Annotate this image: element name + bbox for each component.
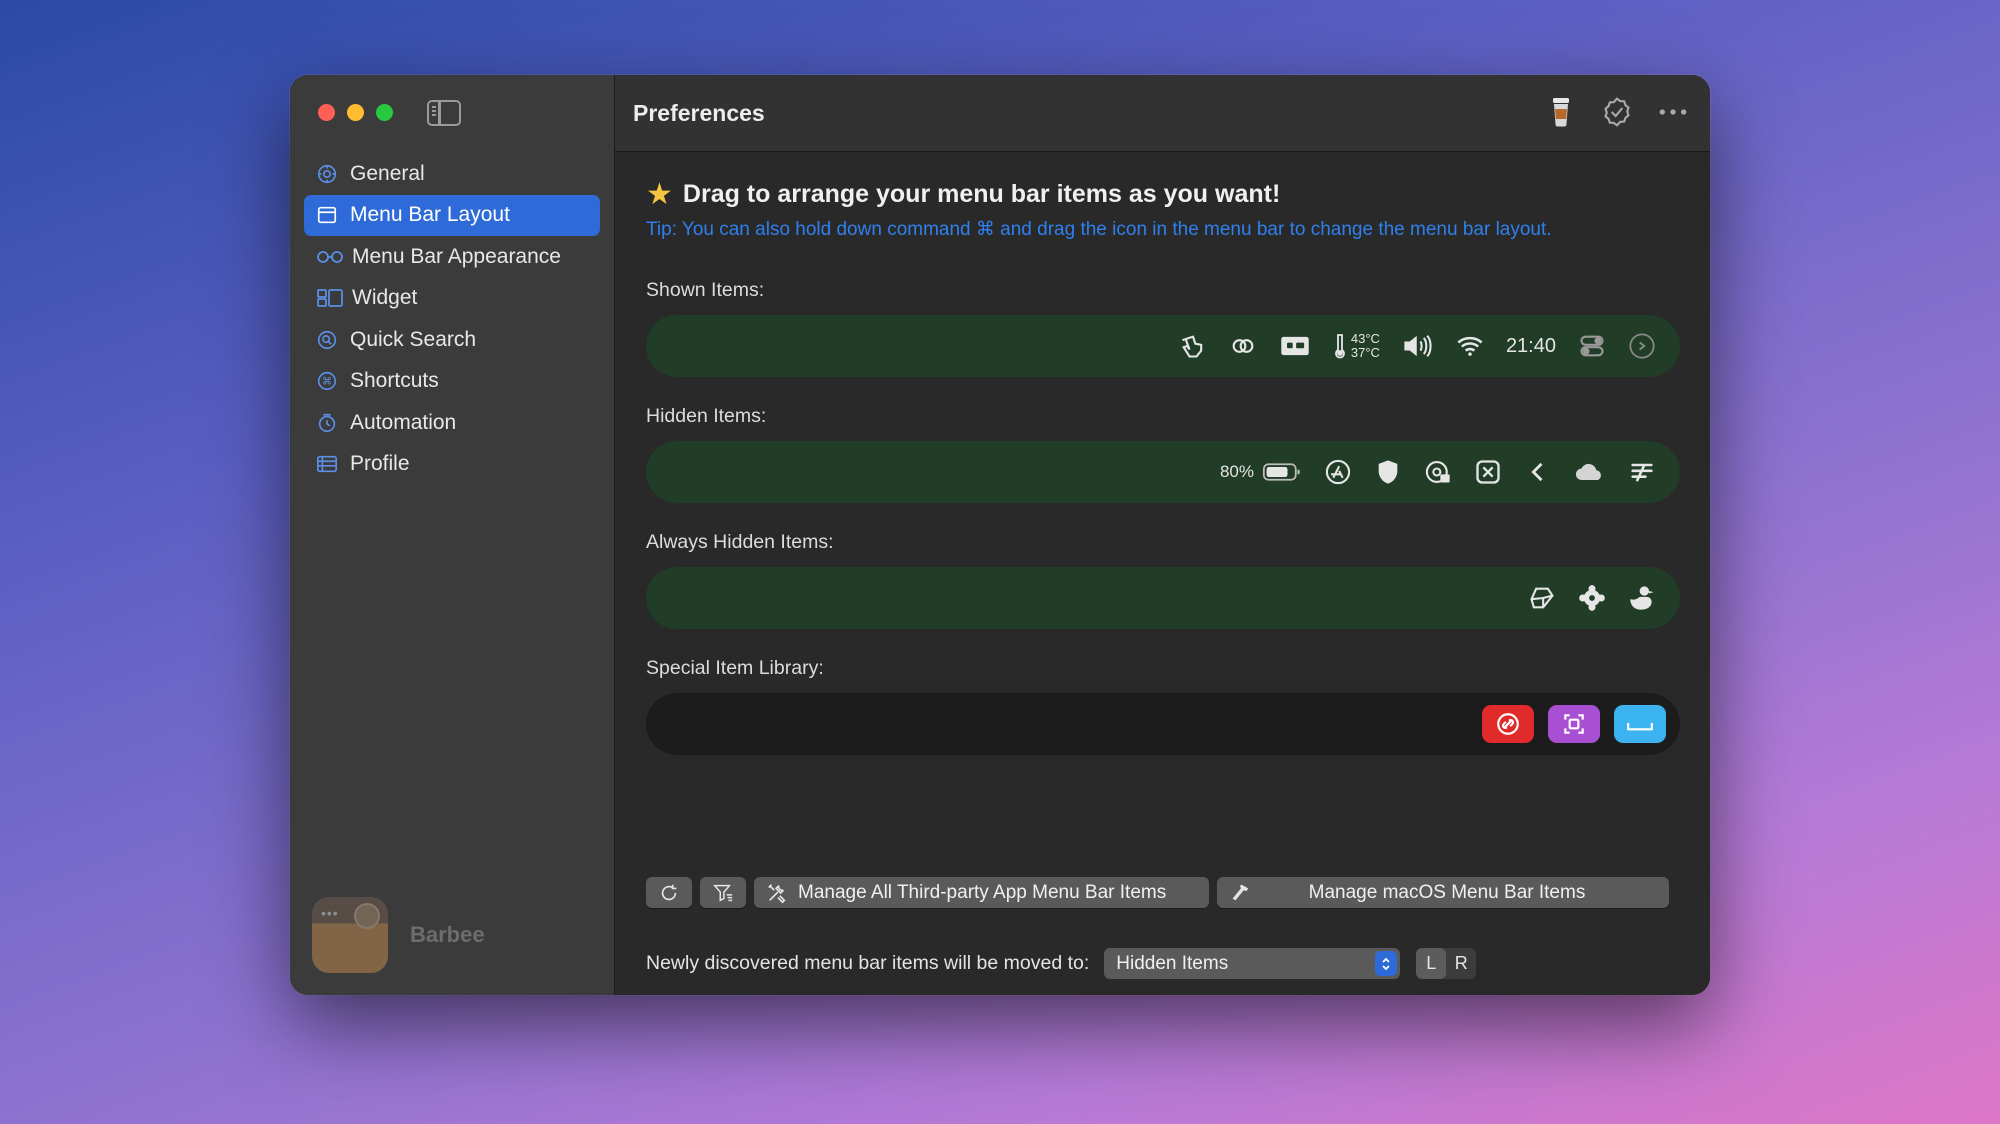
spacer-link-icon[interactable]: [1482, 705, 1534, 743]
duck-icon[interactable]: [1628, 584, 1656, 612]
position-left-segment[interactable]: L: [1416, 948, 1447, 979]
sidebar-nav: General Menu Bar Layout Menu Bar Appeara…: [304, 153, 600, 485]
zoom-window-button[interactable]: [376, 104, 393, 121]
chevron-left-icon[interactable]: [1524, 458, 1552, 486]
refresh-icon: [661, 884, 677, 900]
clock-icon: [316, 412, 338, 434]
always-hidden-items-bar[interactable]: [646, 567, 1680, 629]
sidebar-item-label: Menu Bar Appearance: [352, 244, 561, 268]
preferences-window: General Menu Bar Layout Menu Bar Appeara…: [290, 75, 1710, 995]
close-box-icon[interactable]: [1474, 458, 1502, 486]
coffee-cup-icon[interactable]: [1544, 93, 1578, 131]
toolbar: Preferences: [615, 75, 1710, 152]
app-store-icon[interactable]: [1324, 458, 1352, 486]
manage-macos-button[interactable]: Manage macOS Menu Bar Items: [1217, 877, 1669, 908]
tip-text: Tip: You can also hold down command ⌘ an…: [646, 219, 1552, 240]
temp-low: 37°C: [1350, 345, 1380, 360]
toolbar-actions: [1544, 93, 1690, 131]
special-item-library-bar[interactable]: [646, 693, 1680, 755]
temp-high: 43°C: [1350, 331, 1380, 346]
shown-items-label: Shown Items:: [646, 279, 765, 301]
screenshot-frame-icon[interactable]: [1548, 705, 1600, 743]
move-to-row: Newly discovered menu bar items will be …: [646, 948, 1477, 979]
svg-text:⌘: ⌘: [322, 377, 332, 388]
lock-at-icon[interactable]: [1424, 458, 1452, 486]
cloud-icon[interactable]: [1574, 458, 1606, 486]
profile-icon: [316, 453, 338, 475]
sidebar: General Menu Bar Layout Menu Bar Appeara…: [290, 75, 615, 995]
sidebar-item-profile[interactable]: Profile: [304, 444, 600, 485]
command-icon: ⌘: [316, 370, 338, 392]
hammer-icon: [1229, 882, 1251, 904]
filter-icon: [713, 884, 733, 902]
more-icon[interactable]: [1656, 93, 1690, 131]
menu-bar-clock[interactable]: 21:40: [1506, 335, 1556, 358]
move-to-select[interactable]: Hidden Items: [1104, 948, 1401, 979]
filter-button[interactable]: [700, 877, 746, 908]
wifi-icon[interactable]: [1456, 332, 1484, 360]
app-name: Barbee: [410, 922, 485, 947]
sidebar-item-label: General: [350, 161, 425, 185]
sidebar-item-widget[interactable]: Widget: [304, 278, 600, 319]
cog-flower-icon[interactable]: [1578, 584, 1606, 612]
manage-third-party-button[interactable]: Manage All Third-party App Menu Bar Item…: [754, 877, 1209, 908]
siri-circle-icon[interactable]: [1628, 332, 1656, 360]
shield-icon[interactable]: [1374, 458, 1402, 486]
sidebar-item-label: Shortcuts: [350, 369, 439, 392]
app-logo-icon: •••: [312, 897, 388, 973]
sidebar-item-menu-bar-layout[interactable]: Menu Bar Layout: [304, 194, 600, 236]
refresh-button[interactable]: [646, 877, 692, 908]
link-rings-icon[interactable]: [1229, 332, 1257, 360]
sidebar-item-label: Automation: [350, 410, 457, 434]
window-icon: [316, 204, 338, 226]
traffic-lights: [318, 104, 393, 121]
sidebar-item-label: Profile: [350, 452, 410, 475]
window-title: Preferences: [633, 99, 765, 126]
sidebar-item-general[interactable]: General: [304, 153, 600, 194]
position-segmented-control: L R: [1416, 948, 1477, 979]
minimize-window-button[interactable]: [347, 104, 364, 121]
sidebar-item-shortcuts[interactable]: ⌘ Shortcuts: [304, 361, 600, 402]
move-to-label: Newly discovered menu bar items will be …: [646, 952, 1090, 974]
widget-icon: [316, 287, 344, 309]
search-icon: [316, 329, 338, 351]
action-button-row: Manage All Third-party App Menu Bar Item…: [646, 877, 1669, 908]
shown-items-bar[interactable]: 43°C 37°C 21:40: [646, 315, 1680, 377]
always-hidden-items-label: Always Hidden Items:: [646, 531, 834, 553]
lines-icon[interactable]: [1628, 458, 1656, 486]
sidebar-item-label: Quick Search: [350, 327, 477, 351]
control-center-icon[interactable]: [1578, 332, 1606, 360]
card-reader-icon[interactable]: [1279, 332, 1311, 360]
star-icon: ★: [646, 178, 673, 211]
special-item-library-label: Special Item Library:: [646, 657, 824, 679]
eraser-icon[interactable]: [1528, 584, 1556, 612]
verified-badge-icon[interactable]: [1600, 93, 1634, 131]
thermometer-icon[interactable]: 43°C 37°C: [1333, 332, 1380, 360]
space-bar-icon[interactable]: [1614, 705, 1666, 743]
tools-icon: [766, 882, 788, 904]
sidebar-item-quick-search[interactable]: Quick Search: [304, 319, 600, 360]
sidebar-item-menu-bar-appearance[interactable]: Menu Bar Appearance: [304, 236, 600, 277]
select-stepper-icon: [1375, 951, 1398, 976]
app-badge: ••• Barbee: [312, 897, 485, 973]
hidden-items-bar[interactable]: 80%: [646, 441, 1680, 503]
position-right-segment[interactable]: R: [1446, 948, 1476, 979]
main-pane: Preferences ★ Drag to arrange your menu …: [615, 75, 1710, 995]
headline-text: Drag to arrange your menu bar items as y…: [682, 180, 1281, 208]
gear-icon: [316, 163, 338, 185]
sidebar-toggle-icon[interactable]: [427, 100, 461, 126]
headline: ★ Drag to arrange your menu bar items as…: [646, 177, 1280, 212]
glasses-icon: [316, 246, 344, 268]
sidebar-item-label: Widget: [352, 286, 418, 309]
battery-indicator[interactable]: 80%: [1220, 461, 1302, 483]
volume-icon[interactable]: [1402, 332, 1434, 360]
sidebar-item-label: Menu Bar Layout: [350, 203, 510, 226]
close-window-button[interactable]: [318, 104, 335, 121]
hand-pointer-icon[interactable]: [1179, 332, 1207, 360]
sidebar-item-automation[interactable]: Automation: [304, 402, 600, 443]
hidden-items-label: Hidden Items:: [646, 405, 767, 427]
